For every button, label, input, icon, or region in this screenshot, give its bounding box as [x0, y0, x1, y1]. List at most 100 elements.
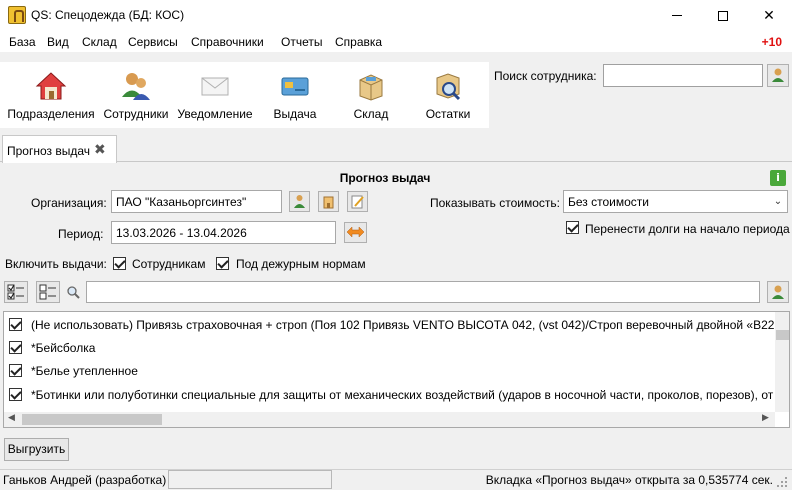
users-icon: [122, 73, 150, 100]
inventory-search-icon: [436, 73, 461, 101]
employee-search-input[interactable]: [603, 64, 763, 87]
toolbar-sotrudniki[interactable]: Сотрудники: [100, 62, 172, 128]
toolbar-label: Остатки: [425, 107, 471, 121]
period-field[interactable]: 13.03.2026 - 13.04.2026: [111, 221, 336, 244]
form-title: Прогноз выдач: [339, 171, 431, 185]
period-swap-button[interactable]: [344, 222, 367, 243]
horizontal-scroll-thumb[interactable]: [22, 414, 162, 425]
resize-grip-icon[interactable]: [776, 476, 788, 488]
menu-sklad[interactable]: Склад: [82, 35, 117, 49]
to-employees-checkbox[interactable]: [113, 257, 126, 270]
maximize-icon: [718, 10, 728, 21]
employee-search-label: Поиск сотрудника:: [494, 69, 597, 83]
window-title: QS: Спецодежда (БД: КОС): [31, 8, 185, 22]
list-item-text: (Не использовать) Привязь страховочная +…: [31, 318, 786, 332]
chevron-down-icon[interactable]: ⌄: [770, 193, 786, 210]
notification-count[interactable]: +10: [762, 35, 782, 49]
toolbar-vydacha[interactable]: Выдача: [262, 62, 328, 128]
uncheck-all-button[interactable]: [36, 281, 60, 303]
maximize-button[interactable]: [700, 0, 746, 31]
menu-servisy[interactable]: Сервисы: [128, 35, 178, 49]
toolbar-uvedomlenie[interactable]: Уведомление: [175, 62, 255, 128]
period-label: Период:: [58, 227, 104, 241]
employee-search-button[interactable]: [767, 64, 789, 87]
swap-arrows-icon: [346, 226, 365, 238]
carry-debts-checkbox[interactable]: [566, 221, 579, 234]
duty-label[interactable]: Под дежурным нормам: [236, 257, 366, 271]
uncheck-all-icon: [39, 284, 56, 300]
check-all-button[interactable]: [4, 281, 28, 303]
toolbar-label: Склад: [353, 107, 389, 121]
menu-otchety[interactable]: Отчеты: [281, 35, 322, 49]
person-icon: [294, 195, 305, 208]
cost-label: Показывать стоимость:: [430, 196, 560, 210]
toolbar-label: Сотрудники: [103, 107, 169, 121]
list-item-checkbox[interactable]: [9, 341, 22, 354]
toolbar-label: Уведомление: [177, 107, 253, 121]
toolbar-label: Выдача: [273, 107, 317, 121]
list-item-checkbox[interactable]: [9, 364, 22, 377]
menu-baza[interactable]: База: [9, 35, 36, 49]
cost-select[interactable]: Без стоимости: [563, 190, 788, 213]
list-item-text: *Белье утепленное: [31, 364, 138, 378]
org-field[interactable]: ПАО "Казаньоргсинтез": [111, 190, 282, 213]
tab-strip: [0, 128, 792, 162]
list-item[interactable]: *Белье утепленное: [4, 359, 774, 382]
list-item-text: *Ботинки или полуботинки специальные для…: [31, 388, 774, 402]
list-item-checkbox[interactable]: [9, 318, 22, 331]
toolbar-sklad[interactable]: Склад: [340, 62, 402, 128]
tab-close-icon[interactable]: ✖: [94, 142, 106, 158]
toolbar-podrazdeleniya[interactable]: Подразделения: [5, 62, 97, 128]
duty-checkbox[interactable]: [216, 257, 229, 270]
toolbar-ostatki[interactable]: Остатки: [415, 62, 481, 128]
info-icon[interactable]: i: [770, 170, 786, 186]
home-icon: [35, 72, 67, 100]
edit-icon: [351, 195, 364, 209]
close-button[interactable]: ✕: [746, 0, 792, 31]
filter-input[interactable]: [86, 281, 760, 303]
person-icon: [772, 285, 784, 299]
list-item-text: *Бейсболка: [31, 341, 96, 355]
list-item[interactable]: (Не использовать) Привязь страховочная +…: [4, 313, 785, 336]
toolbar-label: Подразделения: [7, 107, 95, 121]
close-icon: ✕: [763, 7, 775, 24]
envelope-icon: [201, 77, 229, 96]
org-edit-button[interactable]: [347, 191, 368, 212]
vertical-scroll-thumb[interactable]: [776, 330, 789, 340]
list-item[interactable]: *Бейсболка: [4, 336, 774, 359]
toolbar: Подразделения Сотрудники Уведомление Выд…: [0, 52, 792, 128]
app-logo-icon: [8, 6, 26, 24]
status-user: Ганьков Андрей (разработка): [3, 473, 167, 487]
tab-label[interactable]: Прогноз выдач: [7, 144, 90, 158]
list-item-checkbox[interactable]: [9, 388, 22, 401]
to-employees-label[interactable]: Сотрудникам: [132, 257, 205, 271]
box-icon: [359, 74, 383, 101]
export-button[interactable]: Выгрузить: [4, 438, 69, 461]
list-item[interactable]: *Ботинки или полуботинки специальные для…: [4, 383, 774, 406]
menu-vid[interactable]: Вид: [47, 35, 69, 49]
horizontal-scrollbar[interactable]: ◀ ▶: [4, 412, 775, 427]
org-folder-button[interactable]: [318, 191, 339, 212]
org-select-button[interactable]: [289, 191, 310, 212]
search-icon: [67, 286, 80, 299]
items-list: (Не использовать) Привязь страховочная +…: [3, 311, 790, 428]
status-progress-box: [168, 470, 332, 489]
scroll-left-icon[interactable]: ◀: [8, 413, 15, 423]
toolbar-panel: Подразделения Сотрудники Уведомление Выд…: [0, 62, 489, 128]
org-label: Организация:: [31, 196, 107, 210]
carry-debts-label[interactable]: Перенести долги на начало периода: [585, 222, 790, 236]
menu-spravochniki[interactable]: Справочники: [191, 35, 264, 49]
card-icon: [281, 77, 309, 96]
check-all-icon: [7, 284, 24, 300]
menu-spravka[interactable]: Справка: [335, 35, 382, 49]
status-message: Вкладка «Прогноз выдач» открыта за 0,535…: [485, 473, 773, 487]
include-label: Включить выдачи:: [5, 257, 107, 271]
vertical-scrollbar[interactable]: [775, 312, 789, 412]
scroll-right-icon[interactable]: ▶: [762, 413, 769, 423]
minimize-icon: [672, 15, 682, 16]
minimize-button[interactable]: [654, 0, 700, 31]
menu-bar: База Вид Склад Сервисы Справочники Отчет…: [0, 31, 792, 52]
person-icon: [772, 68, 784, 82]
building-icon: [323, 196, 334, 209]
filter-action-button[interactable]: [767, 281, 789, 303]
